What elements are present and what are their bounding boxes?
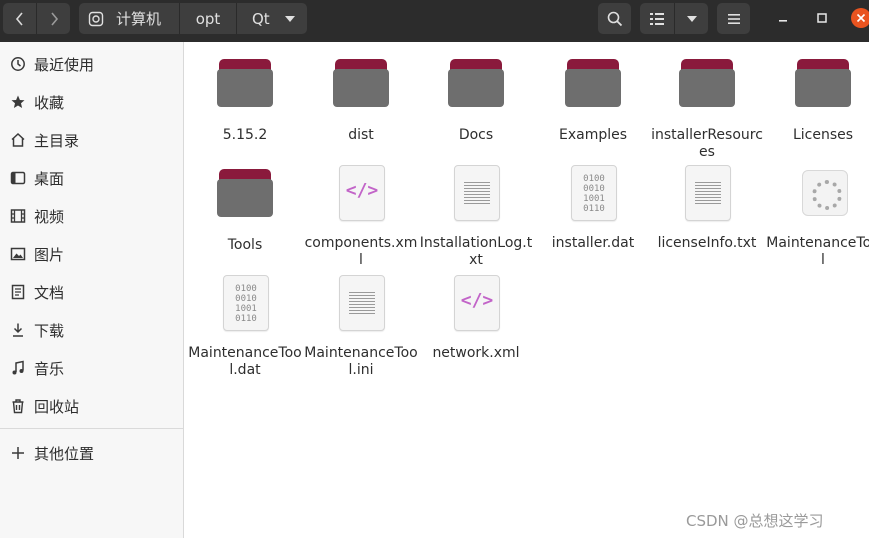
main-menu-button[interactable] (717, 3, 750, 34)
maximize-button[interactable] (812, 8, 832, 28)
file-name: Tools (227, 237, 263, 253)
path-segment-qt[interactable]: Qt (237, 3, 307, 34)
close-button[interactable] (851, 8, 869, 28)
sidebar-item-recent[interactable]: 最近使用 (0, 45, 183, 83)
minimize-button[interactable] (773, 8, 793, 28)
sidebar-item-other-locations[interactable]: 其他位置 (0, 434, 183, 472)
binary-file-icon: 0100 0010 1001 0110 (564, 163, 622, 221)
folder-icon (216, 55, 274, 113)
file-name: installer.dat (551, 235, 635, 251)
sidebar-item-label: 其他位置 (34, 444, 95, 463)
file-name: network.xml (432, 345, 520, 361)
path-label-qt: Qt (252, 9, 270, 28)
file-name: Examples (558, 127, 628, 143)
file-name: MaintenanceTool.ini (304, 345, 418, 378)
folder-icon (678, 55, 736, 113)
sidebar-item-starred[interactable]: 收藏 (0, 83, 183, 121)
music-icon (9, 359, 27, 377)
list-view-icon (650, 12, 664, 25)
file-name: installerResources (651, 127, 763, 160)
file-name: Docs (458, 127, 494, 143)
folder-icon (564, 55, 622, 113)
header-bar: 计算机 opt Qt (0, 0, 869, 42)
sidebar-item-trash[interactable]: 回收站 (0, 387, 183, 425)
sidebar-item-label: 主目录 (34, 131, 80, 150)
path-label-opt: opt (195, 9, 221, 28)
sidebar-item-label: 最近使用 (34, 55, 95, 74)
sidebar-item-label: 桌面 (34, 169, 65, 188)
image-icon (9, 245, 27, 263)
binary-file-icon: 0100 0010 1001 0110 (216, 273, 274, 331)
close-icon (856, 13, 866, 23)
watermark-text: CSDN @总想这学习 (686, 512, 824, 530)
sidebar-item-label: 收藏 (34, 93, 65, 112)
sidebar-divider (0, 428, 183, 429)
plus-icon (9, 444, 27, 462)
download-icon (9, 321, 27, 339)
sidebar-item-videos[interactable]: 视频 (0, 197, 183, 235)
sidebar: 最近使用 收藏 主目录 桌面 视频 图片 文档 下载 音乐 回收站 其他位置 (0, 42, 184, 538)
view-options-button[interactable] (675, 3, 708, 34)
minimize-icon (779, 20, 787, 22)
star-icon (9, 93, 27, 111)
triangle-down-icon (686, 15, 697, 22)
folder-icon (332, 55, 390, 113)
text-file-icon (332, 273, 390, 331)
text-file-icon (678, 163, 736, 221)
search-icon (607, 11, 622, 26)
folder-icon (447, 55, 505, 113)
xml-file-icon: </> (332, 163, 390, 221)
film-icon (9, 207, 27, 225)
folder-icon (794, 55, 852, 113)
file-name: MaintenanceTool (766, 235, 869, 268)
back-button[interactable] (3, 3, 36, 34)
sidebar-item-label: 视频 (34, 207, 65, 226)
home-icon (9, 131, 27, 149)
search-button[interactable] (598, 3, 631, 34)
file-name: licenseInfo.txt (657, 235, 757, 251)
sidebar-item-label: 回收站 (34, 397, 80, 416)
triangle-down-icon[interactable] (284, 15, 295, 22)
view-toggle-button[interactable] (640, 3, 674, 34)
path-segment-opt[interactable]: opt (180, 3, 236, 34)
chevron-left-icon (15, 11, 23, 26)
file-name: 5.15.2 (222, 127, 268, 143)
sidebar-item-documents[interactable]: 文档 (0, 273, 183, 311)
document-icon (9, 283, 27, 301)
xml-file-icon: </> (447, 273, 505, 331)
sidebar-item-label: 文档 (34, 283, 65, 302)
path-label-computer: 计算机 (116, 10, 162, 28)
hamburger-icon (727, 13, 740, 24)
file-name: components.xml (304, 235, 418, 268)
folder-icon (216, 165, 274, 223)
sidebar-item-desktop[interactable]: 桌面 (0, 159, 183, 197)
sidebar-item-home[interactable]: 主目录 (0, 121, 183, 159)
sidebar-item-downloads[interactable]: 下载 (0, 311, 183, 349)
clock-icon (9, 55, 27, 73)
forward-button[interactable] (37, 3, 70, 34)
sidebar-item-label: 图片 (34, 245, 65, 264)
executable-gear-icon (794, 163, 852, 221)
sidebar-item-music[interactable]: 音乐 (0, 349, 183, 387)
sidebar-item-label: 音乐 (34, 359, 65, 378)
sidebar-item-pictures[interactable]: 图片 (0, 235, 183, 273)
file-name: InstallationLog.txt (419, 235, 533, 268)
file-name: Licenses (792, 127, 854, 143)
text-file-icon (447, 163, 505, 221)
desktop-icon (9, 169, 27, 187)
chevron-right-icon (50, 11, 58, 26)
file-grid: 5.15.2 dist Docs Examples installerResou… (184, 42, 869, 538)
maximize-icon (817, 13, 827, 23)
file-name: dist (348, 127, 374, 143)
sidebar-item-label: 下载 (34, 321, 65, 340)
path-segment-computer[interactable]: 计算机 (79, 3, 179, 34)
trash-icon (9, 397, 27, 415)
file-name: MaintenanceTool.dat (188, 345, 302, 378)
drive-icon (88, 11, 104, 27)
